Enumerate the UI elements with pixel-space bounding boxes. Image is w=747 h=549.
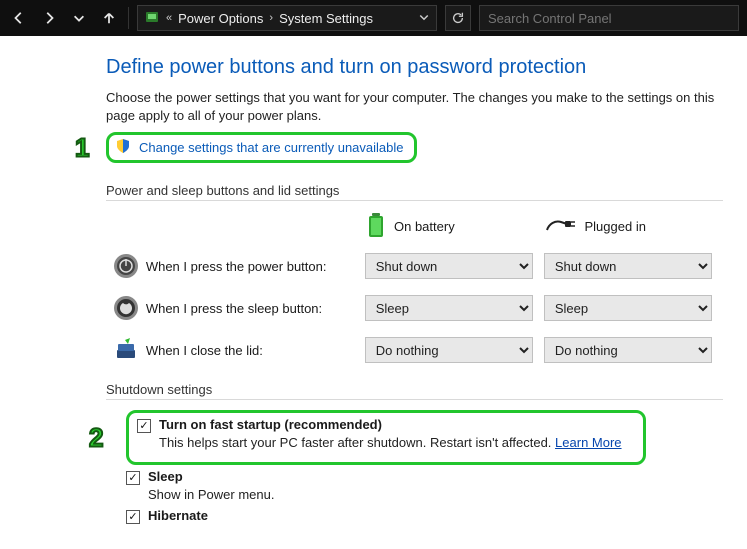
learn-more-link[interactable]: Learn More bbox=[555, 435, 621, 450]
search-input[interactable] bbox=[479, 5, 739, 31]
chevron-right-icon: › bbox=[269, 12, 273, 24]
fast-startup-desc: This helps start your PC faster after sh… bbox=[159, 435, 551, 450]
window-titlebar: « Power Options › System Settings bbox=[0, 0, 747, 36]
row-sleep-button: When I press the sleep button: Sleep Sle… bbox=[106, 294, 723, 322]
hibernate-checkbox[interactable] bbox=[126, 510, 140, 524]
change-settings-link[interactable]: Change settings that are currently unava… bbox=[139, 140, 404, 155]
address-bar[interactable]: « Power Options › System Settings bbox=[137, 5, 437, 31]
breadcrumb-prefix: « bbox=[166, 12, 172, 24]
breadcrumb-item-power-options[interactable]: Power Options bbox=[178, 11, 263, 26]
fast-startup-label: Turn on fast startup (recommended) bbox=[159, 417, 382, 432]
row-power-button: When I press the power button: Shut down… bbox=[106, 252, 723, 280]
sleep-checkbox[interactable] bbox=[126, 471, 140, 485]
refresh-button[interactable] bbox=[445, 5, 471, 31]
plug-icon bbox=[545, 216, 577, 237]
nav-up-button[interactable] bbox=[98, 7, 120, 29]
laptop-lid-icon bbox=[112, 336, 140, 364]
breadcrumb-item-system-settings[interactable]: System Settings bbox=[279, 11, 373, 26]
row-close-lid: When I close the lid: Do nothing Do noth… bbox=[106, 336, 723, 364]
annotation-badge-2: 2 bbox=[89, 422, 103, 453]
control-panel-icon bbox=[144, 10, 160, 26]
annotation-highlight-1: 1 Change settings that are currently una… bbox=[106, 132, 417, 163]
page-description: Choose the power settings that you want … bbox=[106, 89, 723, 124]
column-battery-label: On battery bbox=[394, 219, 455, 234]
power-button-label: When I press the power button: bbox=[146, 259, 365, 274]
column-plugged-label: Plugged in bbox=[585, 219, 646, 234]
close-lid-plugged-select[interactable]: Do nothing bbox=[544, 337, 712, 363]
power-button-plugged-select[interactable]: Shut down bbox=[544, 253, 712, 279]
separator bbox=[128, 7, 129, 29]
nav-forward-button[interactable] bbox=[38, 7, 60, 29]
shield-icon bbox=[115, 138, 131, 157]
close-lid-battery-select[interactable]: Do nothing bbox=[365, 337, 533, 363]
nav-back-button[interactable] bbox=[8, 7, 30, 29]
battery-icon bbox=[366, 211, 386, 242]
hibernate-option-label: Hibernate bbox=[148, 508, 208, 523]
section-power-sleep-heading: Power and sleep buttons and lid settings bbox=[106, 183, 723, 201]
sleep-icon bbox=[112, 294, 140, 322]
content-area: Define power buttons and turn on passwor… bbox=[0, 36, 747, 524]
fast-startup-checkbox[interactable] bbox=[137, 419, 151, 433]
address-dropdown-icon[interactable] bbox=[418, 11, 430, 26]
annotation-highlight-2: 2 Turn on fast startup (recommended) Thi… bbox=[126, 410, 646, 465]
nav-recent-dropdown[interactable] bbox=[68, 7, 90, 29]
sleep-button-label: When I press the sleep button: bbox=[146, 301, 365, 316]
close-lid-label: When I close the lid: bbox=[146, 343, 365, 358]
power-button-battery-select[interactable]: Shut down bbox=[365, 253, 533, 279]
shutdown-settings-list: 2 Turn on fast startup (recommended) Thi… bbox=[106, 410, 723, 524]
sleep-button-battery-select[interactable]: Sleep bbox=[365, 295, 533, 321]
sleep-option-label: Sleep bbox=[148, 469, 183, 484]
annotation-badge-1: 1 bbox=[75, 132, 89, 163]
page-title: Define power buttons and turn on passwor… bbox=[106, 56, 723, 79]
sleep-option-desc: Show in Power menu. bbox=[148, 487, 723, 502]
section-shutdown-heading: Shutdown settings bbox=[106, 382, 723, 400]
sleep-button-plugged-select[interactable]: Sleep bbox=[544, 295, 712, 321]
power-icon bbox=[112, 252, 140, 280]
column-headers: On battery Plugged in bbox=[106, 211, 723, 242]
